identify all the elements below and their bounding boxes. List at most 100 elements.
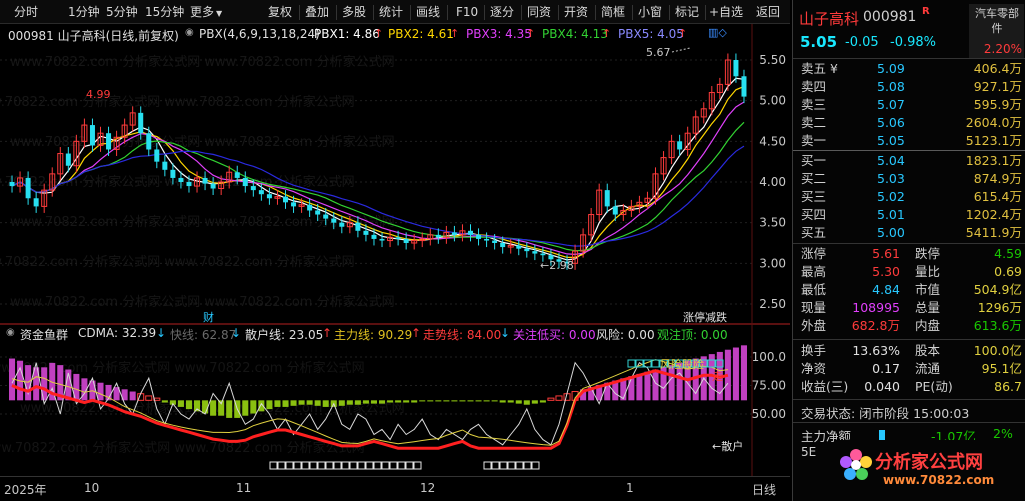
indicator-name[interactable]: 资金鱼群 [20, 326, 68, 343]
period-label: 日线 [752, 483, 777, 497]
pbx2-value: PBX2: 4.61 [388, 27, 454, 41]
stat-label: 量比 [915, 264, 941, 279]
risk-label: 风险股险 [660, 357, 704, 371]
tool-jiankuang[interactable]: 简框 [601, 4, 625, 21]
candle-body [65, 153, 71, 166]
watermark-text: www.70822.com 分析家公式网 www.70822.com 分析家公式… [10, 294, 395, 310]
add-watchlist-button[interactable]: +自选 [709, 4, 743, 21]
tool-diejia[interactable]: 叠加 [305, 4, 329, 21]
watermark-text: www.70822.com 分析家公式网 www.70822.com 分析家公式… [0, 254, 355, 270]
pbx5-value: PBX5: 4.05 [618, 27, 684, 41]
period-fenshi[interactable]: 分时 [14, 4, 38, 21]
sector-box[interactable]: 汽车零部件 2.20% [969, 4, 1024, 58]
stat-label: PE(动) [915, 379, 953, 394]
candle-body [186, 182, 192, 187]
bottom-signal-box [491, 461, 500, 470]
tool-zhufen[interactable]: 逐分 [490, 4, 514, 21]
candle-body [395, 237, 401, 239]
stat-label: 现量 [801, 300, 827, 315]
tool-tongji[interactable]: 统计 [379, 4, 403, 21]
flow-bar [185, 400, 192, 410]
kline-chart[interactable]: www.70822.com 分析家公式网 www.70822.com 分析家公式… [0, 24, 790, 324]
bottom-signal-box [301, 461, 310, 470]
bottom-signal-box [293, 461, 302, 470]
bid-row[interactable]: 买五 5.00 5411.9万 [793, 224, 1025, 242]
stat-value: 5.61 [872, 246, 900, 261]
back-button[interactable]: 返回 [756, 4, 780, 21]
tool-duogu[interactable]: 多股 [342, 4, 366, 21]
stat-value: 682.8万 [851, 318, 900, 333]
candle-body [146, 133, 152, 150]
tool-fuquan[interactable]: 复权 [268, 4, 292, 21]
flow-bar [97, 382, 104, 401]
flow-bar [491, 400, 498, 402]
flow-bar [499, 400, 506, 403]
price-tick-label: 3.00 [759, 256, 786, 270]
tool-kaizi[interactable]: 开资 [564, 4, 588, 21]
bid-volume: 1202.4万 [965, 207, 1022, 222]
flow-bar [403, 400, 410, 403]
net-flow-bar [879, 430, 885, 440]
expand-icon[interactable]: ▥◇ [708, 26, 727, 39]
candle-body [532, 251, 538, 254]
candle-body [500, 243, 506, 248]
candle-body [355, 222, 361, 231]
tool-biaoji[interactable]: 标记 [675, 4, 699, 21]
period-1min[interactable]: 1分钟 [68, 4, 100, 21]
ask-price: 5.08 [877, 79, 905, 94]
candle-body [540, 253, 546, 256]
price-tick-label: 5.50 [759, 53, 786, 67]
indicator-settings-icon[interactable]: ◉ [185, 27, 194, 38]
bottom-signal-box [531, 461, 540, 470]
flow-bar [547, 397, 555, 401]
stat-label: 收益(三) [801, 379, 849, 394]
watermark-text: www.70822.com 分析家公式网 www.70822.com 分析家公式… [10, 214, 395, 230]
candle-body [154, 149, 160, 162]
stat-row: 涨停 5.61 跌停 4.59 [793, 245, 1025, 263]
candle-body [106, 133, 112, 150]
ask-row[interactable]: 卖二 5.06 2604.0万 [793, 114, 1025, 132]
bid-label: 买三 [801, 189, 827, 204]
tool-tongzi[interactable]: 同资 [527, 4, 551, 21]
tool-f10[interactable]: F10 [456, 4, 478, 21]
ask-label: 卖五 ¥ [801, 61, 838, 76]
bid-row[interactable]: 买三 5.02 615.4万 [793, 188, 1025, 206]
indicator-chart[interactable]: www.70822.com 分析家公式网 www.70822.com 分析家公式… [0, 324, 790, 476]
bid-row[interactable]: 买一 5.04 1823.1万 [793, 152, 1025, 170]
candle-body [33, 198, 39, 207]
month-label: 12 [420, 481, 436, 495]
stat-value: 95.1亿 [981, 361, 1022, 376]
indicator-settings-icon[interactable]: ◉ [6, 327, 15, 338]
ask-row[interactable]: 卖五 ¥ 5.09 406.4万 [793, 60, 1025, 78]
period-more[interactable]: 更多 ▼ [190, 4, 222, 21]
flow-bar [306, 400, 313, 405]
bid-price: 5.03 [877, 171, 905, 186]
bottom-signal-box [341, 461, 350, 470]
candle-body [331, 218, 337, 223]
tool-huaxian[interactable]: 画线 [416, 4, 440, 21]
bid-row[interactable]: 买四 5.01 1202.4万 [793, 206, 1025, 224]
bottom-signal-box [483, 461, 492, 470]
zoushi-value: 走势线: 84.00 [423, 328, 502, 342]
down-arrow-icon: ↓ [231, 326, 242, 340]
watermark-text: www.70822.com 分析家公式网 www.70822.com 分析家公式… [10, 54, 395, 70]
period-15min[interactable]: 15分钟 [145, 4, 184, 21]
period-5min[interactable]: 5分钟 [106, 4, 138, 21]
bid-price: 5.04 [877, 153, 905, 168]
ask-row[interactable]: 卖三 5.07 595.9万 [793, 96, 1025, 114]
stat-row: 最高 5.30 量比 0.69 [793, 263, 1025, 281]
zoushi-end-label: 走 [712, 370, 723, 383]
stat-value: 108995 [852, 300, 900, 315]
up-arrow-icon: ↑ [678, 27, 688, 40]
bottom-signal-box [397, 461, 406, 470]
price-change-pct: -0.98% [890, 35, 936, 50]
ask-row[interactable]: 卖一 5.05 5123.1万 [793, 132, 1025, 150]
flow-bar [411, 400, 418, 403]
stock-name[interactable]: 山子高科 [799, 8, 859, 29]
indicator-tick-label: 75.00 [752, 379, 786, 393]
tool-xiaochuang[interactable]: 小窗 [638, 4, 662, 21]
stat-row: 现量 108995 总量 1296万 [793, 299, 1025, 317]
ask-row[interactable]: 卖四 5.08 927.1万 [793, 78, 1025, 96]
bid-row[interactable]: 买二 5.03 874.9万 [793, 170, 1025, 188]
indicator-name[interactable]: PBX(4,6,9,13,18,24) [199, 27, 320, 41]
